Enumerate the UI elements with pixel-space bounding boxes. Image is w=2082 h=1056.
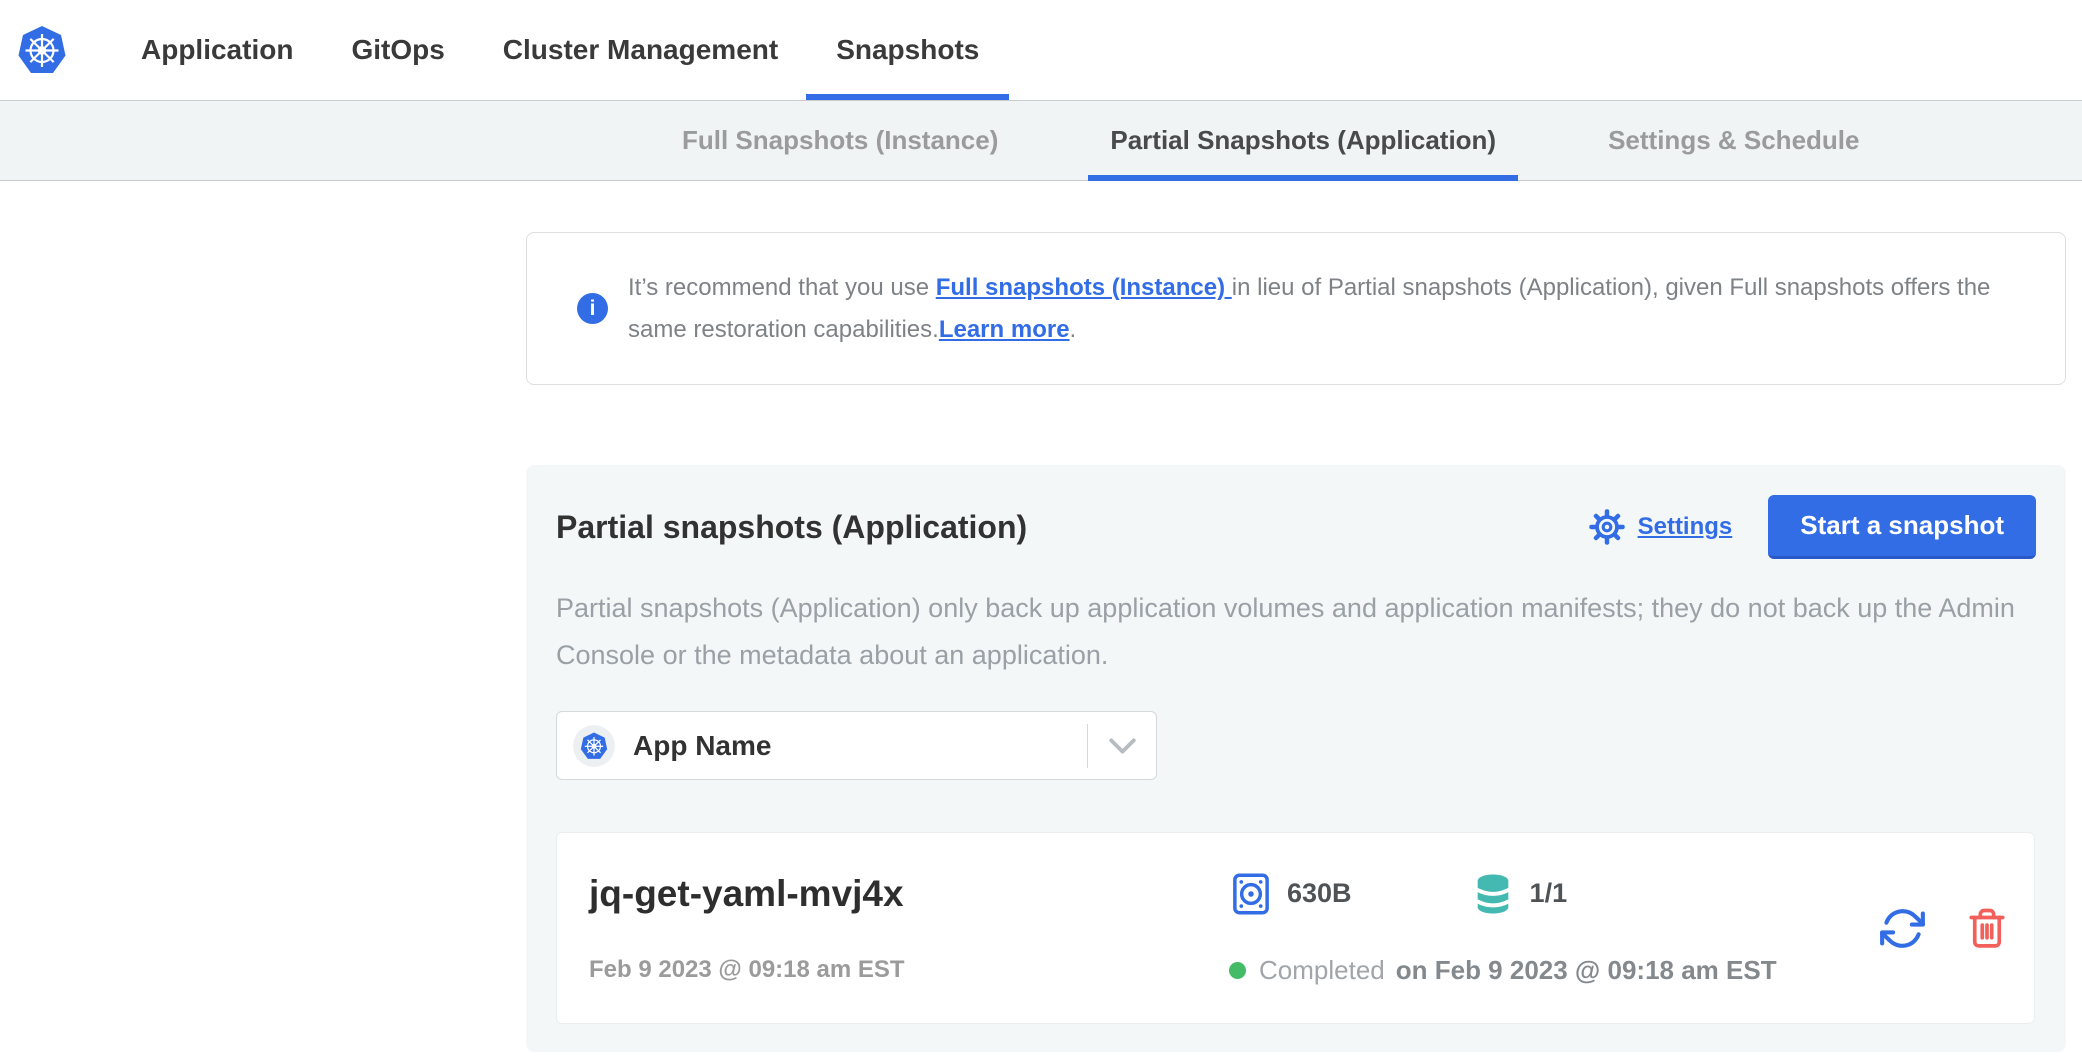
delete-snapshot-button[interactable] bbox=[1966, 907, 2008, 949]
status-dot-completed bbox=[1229, 962, 1246, 979]
snapshot-name: jq-get-yaml-mvj4x bbox=[589, 873, 1229, 915]
chevron-down-icon bbox=[1088, 738, 1156, 754]
snapshot-row: jq-get-yaml-mvj4x 630B bbox=[556, 832, 2035, 1024]
nav-cluster-management[interactable]: Cluster Management bbox=[503, 0, 778, 100]
database-icon bbox=[1470, 871, 1516, 917]
tab-settings-schedule[interactable]: Settings & Schedule bbox=[1586, 101, 1881, 180]
gear-icon bbox=[1588, 508, 1626, 546]
full-snapshots-instance-link[interactable]: Full snapshots (Instance) bbox=[936, 274, 1232, 301]
partial-snapshots-panel: Partial snapshots (Application) bbox=[526, 465, 2066, 1052]
app-name-select[interactable]: App Name bbox=[556, 711, 1157, 780]
app-select-value: App Name bbox=[633, 730, 1087, 762]
restore-icon bbox=[1879, 905, 1926, 952]
panel-description: Partial snapshots (Application) only bac… bbox=[556, 585, 2036, 679]
app-kubernetes-icon bbox=[573, 725, 615, 767]
info-text-before: It’s recommend that you use bbox=[628, 274, 936, 301]
start-snapshot-button[interactable]: Start a snapshot bbox=[1768, 495, 2036, 559]
snapshots-subnav: Full Snapshots (Instance) Partial Snapsh… bbox=[0, 101, 2082, 181]
kubernetes-logo bbox=[17, 25, 67, 75]
status-label: Completed bbox=[1259, 955, 1385, 986]
snapshot-size-value: 630B bbox=[1287, 878, 1352, 909]
info-icon: i bbox=[577, 293, 608, 324]
learn-more-link[interactable]: Learn more bbox=[939, 316, 1070, 343]
status-finished-date: on Feb 9 2023 @ 09:18 am EST bbox=[1396, 955, 1777, 986]
page-content: i It’s recommend that you use Full snaps… bbox=[526, 232, 2066, 1052]
top-nav-items: Application GitOps Cluster Management Sn… bbox=[141, 0, 979, 100]
snapshot-started-date: Feb 9 2023 @ 09:18 am EST bbox=[589, 956, 1229, 984]
nav-gitops[interactable]: GitOps bbox=[351, 0, 444, 100]
panel-header: Partial snapshots (Application) bbox=[556, 495, 2036, 559]
snapshot-volumes-value: 1/1 bbox=[1530, 878, 1568, 909]
tab-full-snapshots-instance[interactable]: Full Snapshots (Instance) bbox=[660, 101, 1020, 180]
snapshot-details: jq-get-yaml-mvj4x 630B bbox=[589, 871, 1859, 986]
snapshot-volumes: 1/1 bbox=[1470, 871, 1568, 917]
snapshot-settings-link[interactable]: Settings bbox=[1588, 508, 1733, 546]
info-banner: i It’s recommend that you use Full snaps… bbox=[526, 232, 2066, 385]
settings-label: Settings bbox=[1638, 513, 1733, 541]
panel-title: Partial snapshots (Application) bbox=[556, 509, 1588, 546]
snapshot-status: Completed on Feb 9 2023 @ 09:18 am EST bbox=[1229, 955, 1859, 986]
tab-partial-snapshots-application[interactable]: Partial Snapshots (Application) bbox=[1088, 101, 1518, 180]
info-banner-text: It’s recommend that you use Full snapsho… bbox=[628, 267, 2015, 351]
top-nav: Application GitOps Cluster Management Sn… bbox=[0, 0, 2082, 101]
disk-icon bbox=[1229, 872, 1273, 916]
snapshot-metrics: 630B 1/1 bbox=[1229, 871, 1859, 917]
nav-snapshots[interactable]: Snapshots bbox=[836, 0, 979, 100]
snapshot-actions bbox=[1879, 905, 2008, 952]
trash-icon bbox=[1966, 907, 2008, 949]
restore-snapshot-button[interactable] bbox=[1879, 905, 1926, 952]
nav-application[interactable]: Application bbox=[141, 0, 293, 100]
info-text-after: . bbox=[1070, 316, 1077, 343]
snapshot-size: 630B bbox=[1229, 872, 1352, 916]
